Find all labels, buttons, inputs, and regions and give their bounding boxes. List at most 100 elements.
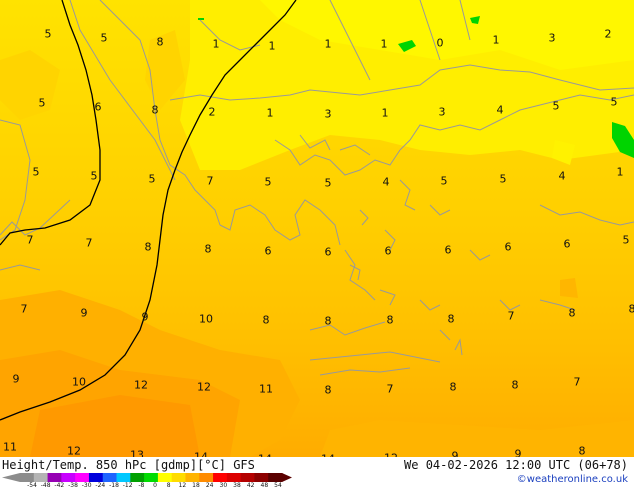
temperature-label: 6 xyxy=(94,100,102,114)
scale-tick-label: 30 xyxy=(219,482,228,489)
scale-tick-label: -8 xyxy=(138,482,145,489)
temperature-label: 8 xyxy=(324,314,332,328)
temperature-label: 6 xyxy=(563,237,571,251)
credit-link[interactable]: ©weatheronline.co.uk xyxy=(517,474,628,485)
temperature-field xyxy=(0,0,634,457)
temperature-label: 1 xyxy=(492,33,500,47)
temperature-label: 5 xyxy=(90,169,98,183)
weather-map: 5581111013256821313455555755455417788666… xyxy=(0,0,634,457)
temperature-label: 1 xyxy=(324,37,332,51)
color-scale-ticks: -54 -48 -42 -38 -30 -24 -18 -12 -8 0 8 12 18 24 30 38 42… xyxy=(0,482,300,490)
scale-swatch xyxy=(240,473,255,482)
scale-swatch xyxy=(116,473,131,482)
temperature-label: 8 xyxy=(628,302,634,316)
temperature-label: 5 xyxy=(622,233,630,247)
scale-tick-label: 24 xyxy=(205,482,214,489)
temperature-label: 5 xyxy=(32,165,40,179)
temperature-label: 11 xyxy=(259,382,273,396)
scale-arrow-left xyxy=(2,473,20,482)
temperature-label: 8 xyxy=(156,35,164,49)
scale-tick-label: -12 xyxy=(122,482,133,489)
scale-swatch xyxy=(254,473,269,482)
temperature-label: 4 xyxy=(558,169,566,183)
temperature-label: 3 xyxy=(324,107,332,121)
temperature-label: 9 xyxy=(141,310,149,324)
scale-swatch xyxy=(185,473,200,482)
temperature-label: 1 xyxy=(268,39,276,53)
temperature-label: 2 xyxy=(604,27,612,41)
temperature-label: 12 xyxy=(67,444,81,458)
temperature-label: 8 xyxy=(568,306,576,320)
temperature-label: 6 xyxy=(264,244,272,258)
temperature-label: 1 xyxy=(616,165,624,179)
valid-time: We 04-02-2026 12:00 UTC (06+78) xyxy=(404,458,628,472)
temperature-label: 8 xyxy=(151,103,159,117)
scale-tick-label: -18 xyxy=(109,482,119,489)
temperature-label: 5 xyxy=(440,174,448,188)
temperature-label: 5 xyxy=(552,99,560,113)
scale-tick-label: -48 xyxy=(40,482,51,489)
temperature-label: 7 xyxy=(386,382,394,396)
temperature-label: 9 xyxy=(451,449,459,458)
scale-swatch xyxy=(75,473,90,482)
temperature-label: 4 xyxy=(496,103,504,117)
temperature-label: 8 xyxy=(262,313,270,327)
map-title: Height/Temp. 850 hPc [gdmp][°C] GFS xyxy=(2,458,255,472)
scale-tick-label: -42 xyxy=(54,482,65,489)
temperature-label: 9 xyxy=(514,447,522,458)
temperature-label: 5 xyxy=(148,172,156,186)
temperature-label: 8 xyxy=(511,378,519,392)
temperature-label: 1 xyxy=(381,106,389,120)
temperature-label: 5 xyxy=(264,175,272,189)
temperature-label: 8 xyxy=(144,240,152,254)
temperature-label: 3 xyxy=(548,31,556,45)
scale-swatch xyxy=(47,473,62,482)
temperature-label: 9 xyxy=(12,372,20,386)
temperature-label: 2 xyxy=(208,105,216,119)
scale-tick-label: 18 xyxy=(192,482,200,489)
temperature-label: 1 xyxy=(380,37,388,51)
temperature-label: 8 xyxy=(324,383,332,397)
temperature-label: 3 xyxy=(438,105,446,119)
scale-tick-label: 38 xyxy=(233,482,241,489)
scale-tick-label: 0 xyxy=(153,482,157,489)
temperature-label: 5 xyxy=(38,96,46,110)
temperature-label: 8 xyxy=(447,312,455,326)
scale-tick-label: -38 xyxy=(68,482,78,489)
temperature-label: 7 xyxy=(206,174,214,188)
temperature-label: 8 xyxy=(386,313,394,327)
scale-swatch xyxy=(199,473,214,482)
scale-swatch xyxy=(226,473,242,482)
scale-swatch xyxy=(20,473,35,482)
scale-tick-label: 48 xyxy=(260,482,269,489)
temperature-label: 5 xyxy=(44,27,52,41)
scale-swatch xyxy=(61,473,76,482)
temperature-label: 8 xyxy=(449,380,457,394)
temperature-label: 5 xyxy=(100,31,108,45)
temperature-label: 11 xyxy=(3,440,17,454)
temperature-label: 7 xyxy=(507,309,515,323)
scale-swatch xyxy=(130,473,145,482)
temperature-label: 8 xyxy=(578,444,586,458)
scale-arrow-right xyxy=(282,473,292,482)
temperature-label: 13 xyxy=(130,448,144,458)
temperature-label: 5 xyxy=(499,172,507,186)
temperature-label: 6 xyxy=(504,240,512,254)
temperature-label: 7 xyxy=(20,302,28,316)
temperature-label: 8 xyxy=(204,242,212,256)
temperature-label: 12 xyxy=(134,378,148,392)
temperature-label: 4 xyxy=(382,175,390,189)
temperature-label: 7 xyxy=(85,236,93,250)
scale-tick-label: 8 xyxy=(166,482,171,489)
temperature-label: 1 xyxy=(266,106,274,120)
scale-swatch xyxy=(213,473,228,482)
scale-tick-label: 12 xyxy=(178,482,187,489)
scale-swatch xyxy=(157,473,173,482)
scale-tick-label: -24 xyxy=(95,482,106,489)
scale-swatch xyxy=(102,473,118,482)
temperature-label: 9 xyxy=(80,306,88,320)
temperature-label: 5 xyxy=(324,176,332,190)
temperature-label: 1 xyxy=(212,37,220,51)
temperature-label: 10 xyxy=(199,312,213,326)
scale-swatch xyxy=(88,473,104,482)
